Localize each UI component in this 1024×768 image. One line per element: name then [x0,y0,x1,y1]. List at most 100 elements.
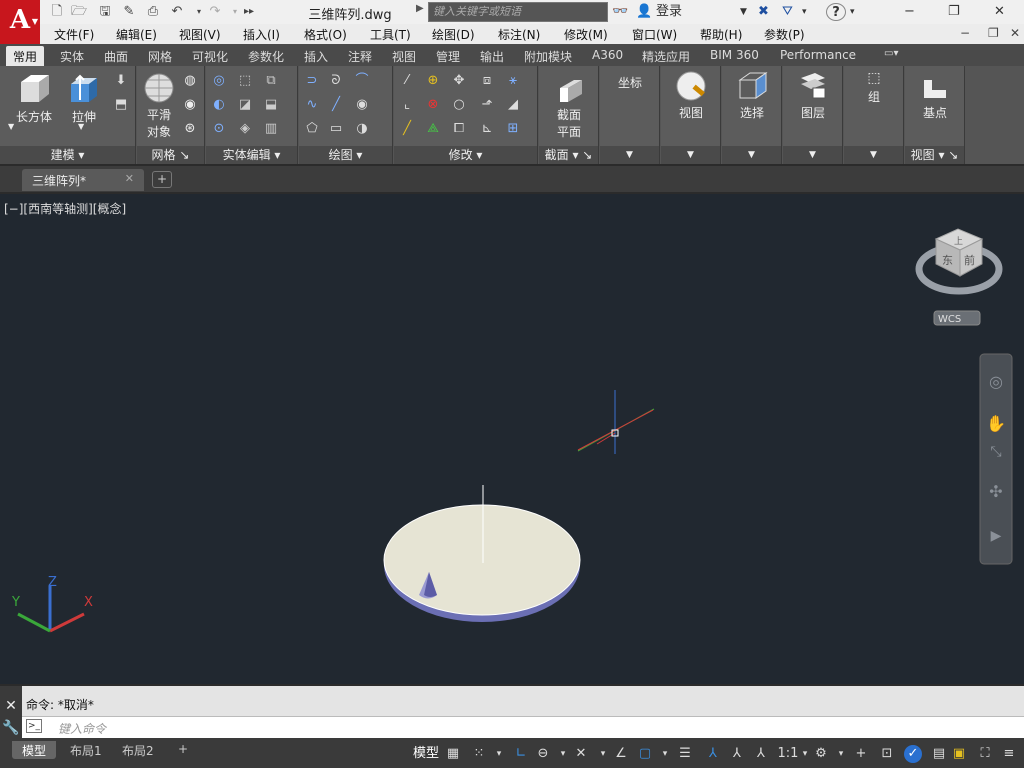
viewcube[interactable]: 上 东 前 [915,228,1003,295]
explode-icon[interactable]: ⚹ [504,72,522,90]
snap-icon[interactable]: ⁙ [470,745,488,763]
3d-move-icon[interactable]: ⊕ [424,72,442,90]
object-snap-icon[interactable]: ▢ [636,745,654,763]
section-plane-button[interactable]: 截面 平面 [543,74,595,140]
mesh-sphere-icon[interactable]: ◍ [181,72,199,90]
tab-addins[interactable]: 附加模块 [524,48,572,65]
minimize-icon[interactable]: − [904,3,915,21]
customize-wrench-icon[interactable]: 🔧 [0,720,22,736]
subtract-icon[interactable]: ◐ [210,96,228,114]
save-as-icon[interactable]: ✎ [120,3,138,21]
model-space-button[interactable]: 模型 [412,745,440,763]
line-icon[interactable]: ╱ [327,96,345,114]
extrude-faces-icon[interactable]: ⬓ [262,96,280,114]
rotate-icon[interactable]: ○ [450,96,468,114]
polar-dropdown-icon[interactable]: ▾ [554,745,572,763]
tab-manage[interactable]: 管理 [436,48,460,65]
stretch-icon[interactable]: ◢ [504,96,522,114]
steering-wheel-icon[interactable]: ◎ [984,372,1008,391]
ribbon-toggle-icon[interactable]: ▭▾ [884,48,898,59]
open-file-icon[interactable]: 🗁 [70,3,88,21]
workspace-gear-icon[interactable]: ⚙ [812,745,830,763]
tab-performance[interactable]: Performance [780,48,856,62]
save-icon[interactable]: 🖫 [96,3,114,21]
separate-icon[interactable]: ⧉ [262,72,280,90]
tab-solid[interactable]: 实体 [60,48,84,65]
menu-help[interactable]: 帮助(H) [700,26,742,43]
search-expand-icon[interactable]: ▶ [416,3,424,14]
doc-restore-icon[interactable]: ❐ [988,26,999,40]
base-point-button[interactable]: 基点 [909,74,961,121]
menu-window[interactable]: 窗口(W) [632,26,677,43]
tab-output[interactable]: 输出 [480,48,504,65]
annotation-scale-icon[interactable]: ⅄ [752,745,770,763]
orbit-icon[interactable]: ✣ [984,482,1008,501]
print-icon[interactable]: ⎙ [144,3,162,21]
drawing-viewport[interactable]: [−][西南等轴测][概念] Z X Y 上 东 前 WCS ◎ ✋ ⤡ ✣ ▶ [0,194,1024,684]
3d-rotate-icon[interactable]: ⊗ [424,96,442,114]
tab-annotate[interactable]: 注释 [348,48,372,65]
ellipse-icon[interactable]: ◑ [353,120,371,138]
file-tab[interactable]: 三维阵列* ✕ [22,169,144,191]
tab-visualize[interactable]: 可视化 [192,48,228,65]
mesh-smooth-icon[interactable]: ◉ [181,96,199,114]
snap-dropdown-icon[interactable]: ▾ [490,745,508,763]
spline-icon[interactable]: ∿ [303,96,321,114]
app-menu-button[interactable]: A ▼ [0,0,40,44]
selection-button[interactable]: 选择 [726,70,778,121]
menu-edit[interactable]: 编辑(E) [116,26,157,43]
tab-a360[interactable]: A360 [592,48,623,62]
polyline-icon[interactable]: ⊃ [303,72,321,90]
polar-tracking-icon[interactable]: ⊖ [534,745,552,763]
tab-mesh[interactable]: 网格 [148,48,172,65]
more-tools-icon[interactable]: ▸▸ [240,3,258,21]
doc-minimize-icon[interactable]: − [960,26,970,40]
tab-parametric[interactable]: 参数化 [248,48,284,65]
layout-tab-2[interactable]: 布局2 [112,741,164,759]
tab-view[interactable]: 视图 [392,48,416,65]
a360-dropdown-icon[interactable]: ▾ [802,3,807,21]
mesh-refine-icon[interactable]: ⊛ [181,120,199,138]
shell-icon[interactable]: ◈ [236,120,254,138]
login-button[interactable]: 登录 [656,3,682,21]
help-dropdown-icon[interactable]: ▾ [850,3,855,21]
menu-modify[interactable]: 修改(M) [564,26,608,43]
panel-title-modify[interactable]: 修改 ▾ [394,146,537,164]
fullscreen-icon[interactable]: ⛶ [976,745,994,763]
new-file-icon[interactable]: 🗋 [48,3,66,21]
a360-icon[interactable]: ⛛ [782,3,793,21]
menu-view[interactable]: 视图(V) [179,26,221,43]
object-snap-tracking-icon[interactable]: ∠ [612,745,630,763]
smooth-object-button[interactable]: 平滑 对象 [139,72,179,140]
object-snap-dropdown-icon[interactable]: ▾ [656,745,674,763]
box-button[interactable]: 长方体 [8,72,60,125]
offset-icon[interactable]: ╱ [398,120,416,138]
array-icon[interactable]: ⊞ [504,120,522,138]
menu-dimension[interactable]: 标注(N) [498,26,540,43]
close-icon[interactable]: ✕ [994,3,1005,21]
workspace-dropdown-icon[interactable]: ▾ [832,745,850,763]
panel-title-draw[interactable]: 绘图 ▾ [299,146,392,164]
circle-icon[interactable]: ◉ [353,96,371,114]
command-prompt-icon[interactable]: >_ [26,719,42,733]
tab-featured-apps[interactable]: 精选应用 [642,48,690,65]
pan-icon[interactable]: ✋ [984,414,1008,433]
group-dropdown-icon[interactable]: ▼ [844,146,903,164]
new-tab-button[interactable]: + [152,171,172,188]
tab-surface[interactable]: 曲面 [104,48,128,65]
layers-button[interactable]: 图层 [787,70,839,121]
isolate-objects-icon[interactable]: ✓ [904,745,922,763]
polysolid-icon[interactable]: ⬒ [112,96,130,114]
undo-icon[interactable]: ↶ [168,3,186,21]
arc-icon[interactable]: ⌒ [353,72,371,90]
help-icon[interactable]: ? [826,3,846,21]
mirror-icon[interactable]: ⧠ [450,120,468,138]
extrude-button[interactable]: 拉伸 [62,72,106,125]
panel-title-solid-edit[interactable]: 实体编辑 ▾ [206,146,297,164]
tab-home[interactable]: 常用 [6,46,45,66]
maximize-icon[interactable]: ❐ [948,3,960,21]
redo-icon[interactable]: ↷ [206,3,224,21]
doc-close-icon[interactable]: ✕ [1010,26,1020,40]
extract-edges-icon[interactable]: ⬚ [236,72,254,90]
units-icon[interactable]: ⊡ [878,745,896,763]
